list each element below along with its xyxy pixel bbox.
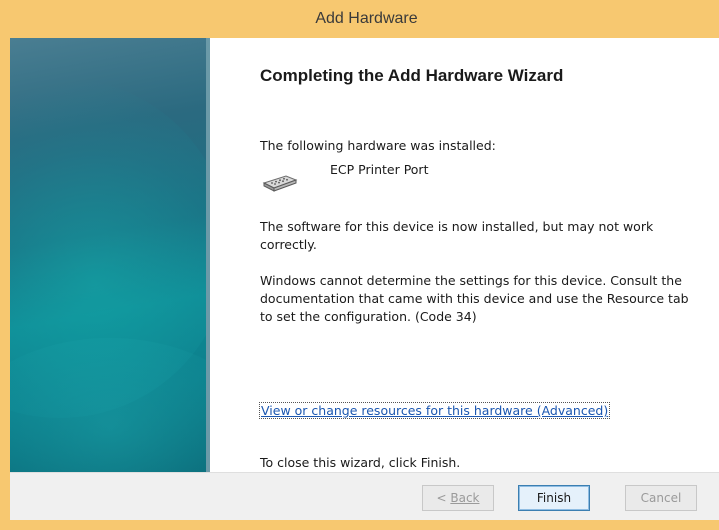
back-button-prefix: < bbox=[436, 491, 451, 505]
close-instructions: To close this wizard, click Finish. bbox=[260, 455, 461, 470]
wizard-page: Completing the Add Hardware Wizard The f… bbox=[10, 38, 719, 520]
view-resources-link[interactable]: View or change resources for this hardwa… bbox=[258, 402, 611, 419]
add-hardware-window: Add Hardware Completing the Add Hardware… bbox=[0, 0, 719, 530]
banner-divider bbox=[206, 38, 210, 472]
wizard-content: Completing the Add Hardware Wizard The f… bbox=[258, 38, 700, 472]
device-name: ECP Printer Port bbox=[330, 162, 429, 177]
finish-button[interactable]: Finish bbox=[518, 485, 590, 511]
back-button[interactable]: < Back bbox=[422, 485, 494, 511]
settings-error-message: Windows cannot determine the settings fo… bbox=[260, 273, 689, 324]
back-button-label: Back bbox=[450, 491, 480, 505]
wizard-banner-image bbox=[10, 38, 210, 472]
wizard-heading: Completing the Add Hardware Wizard bbox=[260, 66, 564, 85]
installed-hardware-label: The following hardware was installed: bbox=[260, 138, 496, 153]
cancel-button[interactable]: Cancel bbox=[625, 485, 697, 511]
printer-port-icon bbox=[262, 175, 298, 192]
window-title: Add Hardware bbox=[315, 10, 418, 27]
title-bar[interactable]: Add Hardware bbox=[0, 0, 719, 38]
button-bar: < Back Finish Cancel bbox=[10, 472, 719, 520]
software-status-message: The software for this device is now inst… bbox=[260, 219, 654, 252]
